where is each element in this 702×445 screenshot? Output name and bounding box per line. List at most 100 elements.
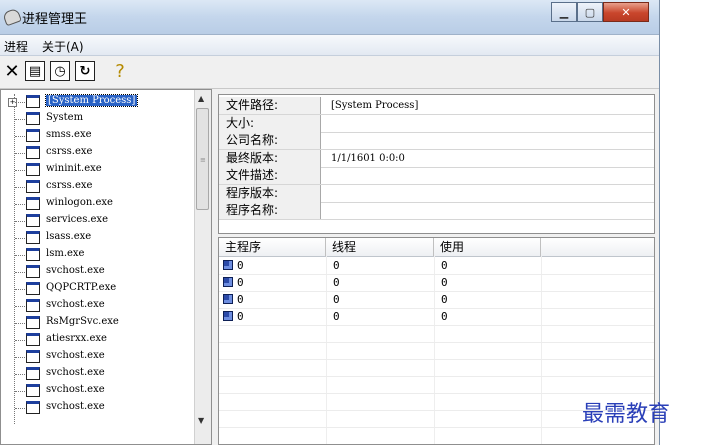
list-item[interactable]: 0 0 0 xyxy=(219,291,654,309)
watermark: 最需教育 xyxy=(582,402,671,427)
window-icon xyxy=(26,197,40,210)
column-header-main[interactable]: 主程序 xyxy=(219,238,326,256)
info-row: 公司名称: xyxy=(219,132,654,150)
menu-process[interactable]: 进程 xyxy=(4,38,28,55)
info-key: 程序名称: xyxy=(219,202,321,219)
window-icon xyxy=(26,350,40,363)
tree-branch xyxy=(15,255,25,256)
module-icon xyxy=(223,277,233,287)
scroll-down-icon[interactable]: ▼ xyxy=(198,416,204,425)
process-label: svchost.exe xyxy=(46,367,105,378)
tree-branch xyxy=(15,391,25,392)
info-key: 文件路径: xyxy=(219,97,321,114)
module-icon xyxy=(223,260,233,270)
process-label: RsMgrSvc.exe xyxy=(46,316,119,327)
process-label: [System Process] xyxy=(44,94,139,107)
process-label: QQPCRTP.exe xyxy=(46,282,117,293)
minimize-icon: ▁ xyxy=(559,5,569,19)
info-row: 文件路径: [System Process] xyxy=(219,97,654,115)
table-cell: 0 xyxy=(441,310,448,323)
toolbar: ✕ ▤ ◷ ↻ ? xyxy=(0,56,659,89)
window-icon xyxy=(26,367,40,380)
table-cell: 0 xyxy=(237,293,244,306)
table-cell: 0 xyxy=(333,259,340,272)
list-item[interactable]: 0 0 0 xyxy=(219,308,654,326)
info-row: 文件描述: xyxy=(219,167,654,185)
tree-branch xyxy=(15,119,25,120)
table-cell: 0 xyxy=(237,276,244,289)
process-label: svchost.exe xyxy=(46,401,105,412)
process-label: csrss.exe xyxy=(46,180,93,191)
info-value: 1/1/1601 0:0:0 xyxy=(331,152,405,164)
properties-button[interactable]: ▤ xyxy=(25,61,45,81)
app-window: 进程管理王 ▁ ▢ ✕ 进程 关于(A) ✕ ▤ ◷ ↻ ? + [System … xyxy=(0,0,660,445)
process-label: atiesrxx.exe xyxy=(46,333,107,344)
kill-process-button[interactable]: ✕ xyxy=(2,60,22,82)
table-cell: 0 xyxy=(237,259,244,272)
tree-branch xyxy=(15,357,25,358)
process-tree[interactable]: + [System Process] System smss.exe csrss.exe… xyxy=(0,89,212,445)
table-cell: 0 xyxy=(237,310,244,323)
tree-branch xyxy=(15,153,25,154)
column-header-threads[interactable]: 线程 xyxy=(326,238,434,256)
info-row: 程序名称: xyxy=(219,202,654,220)
tree-branch xyxy=(15,238,25,239)
empty-row xyxy=(219,325,654,343)
process-label: svchost.exe xyxy=(46,299,105,310)
close-icon: ✕ xyxy=(4,60,20,82)
tree-scrollbar[interactable]: ▲ ≡ ▼ xyxy=(194,90,211,444)
info-row: 大小: xyxy=(219,114,654,133)
info-key: 最终版本: xyxy=(219,149,321,167)
empty-row xyxy=(219,342,654,360)
info-row: 程序版本: xyxy=(219,184,654,203)
list-item[interactable]: 0 0 0 xyxy=(219,274,654,292)
properties-icon: ▤ xyxy=(28,63,42,79)
empty-row xyxy=(219,359,654,377)
window-icon xyxy=(26,384,40,397)
process-label: csrss.exe xyxy=(46,146,93,157)
tree-branch xyxy=(15,187,25,188)
tree-branch xyxy=(15,323,25,324)
tree-branch xyxy=(15,306,25,307)
title-bar[interactable]: 进程管理王 ▁ ▢ ✕ xyxy=(0,0,659,35)
process-label: lsm.exe xyxy=(46,248,85,259)
refresh-button[interactable]: ↻ xyxy=(75,61,95,81)
window-icon xyxy=(26,146,40,159)
window-icon xyxy=(26,231,40,244)
process-label: smss.exe xyxy=(46,129,92,140)
process-label: svchost.exe xyxy=(46,350,105,361)
menu-about[interactable]: 关于(A) xyxy=(42,38,84,55)
window-title: 进程管理王 xyxy=(22,12,88,27)
scroll-thumb[interactable]: ≡ xyxy=(196,108,209,210)
window-icon xyxy=(26,180,40,193)
tree-branch xyxy=(15,272,25,273)
window-icon xyxy=(26,214,40,227)
timer-button[interactable]: ◷ xyxy=(50,61,70,81)
window-icon xyxy=(26,333,40,346)
maximize-button[interactable]: ▢ xyxy=(577,2,603,22)
help-icon: ? xyxy=(115,60,125,82)
menu-bar: 进程 关于(A) xyxy=(0,35,659,56)
info-key: 文件描述: xyxy=(219,167,321,184)
process-label: svchost.exe xyxy=(46,265,105,276)
app-icon xyxy=(2,7,22,27)
process-info-panel: 文件路径: [System Process] 大小: 公司名称: 最终版本: 1/1/16… xyxy=(218,94,655,234)
window-icon xyxy=(26,112,40,125)
process-label: winlogon.exe xyxy=(46,197,113,208)
help-button[interactable]: ? xyxy=(110,60,130,82)
table-cell: 0 xyxy=(441,276,448,289)
tree-branch xyxy=(15,170,25,171)
table-cell: 0 xyxy=(441,293,448,306)
window-icon xyxy=(26,316,40,329)
table-cell: 0 xyxy=(333,293,340,306)
module-icon xyxy=(223,294,233,304)
minimize-button[interactable]: ▁ xyxy=(551,2,577,22)
info-key: 程序版本: xyxy=(219,184,321,202)
list-item[interactable]: 0 0 0 xyxy=(219,257,654,275)
window-icon xyxy=(26,401,40,414)
column-header-usage[interactable]: 使用 xyxy=(434,238,541,256)
close-button[interactable]: ✕ xyxy=(603,2,649,22)
window-icon xyxy=(26,282,40,295)
scroll-up-icon[interactable]: ▲ xyxy=(198,94,204,103)
process-label: svchost.exe xyxy=(46,384,105,395)
